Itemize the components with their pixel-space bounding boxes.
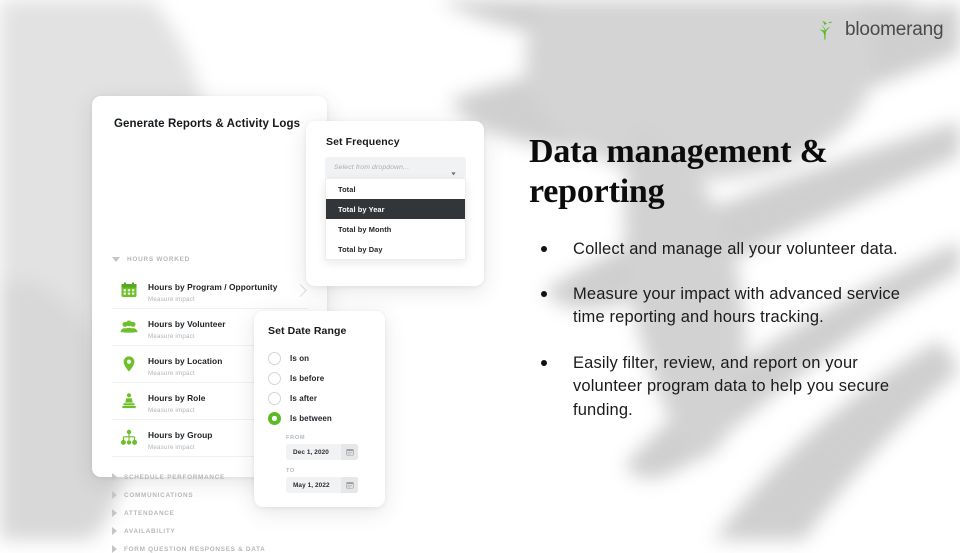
- leaf-sprout-icon: [814, 18, 838, 42]
- report-row-name: Hours by Group: [148, 429, 213, 440]
- frequency-option-total-by-month[interactable]: Total by Month: [326, 219, 465, 239]
- reports-card-title: Generate Reports & Activity Logs: [114, 118, 301, 130]
- section-label: AVAILABILITY: [124, 527, 176, 535]
- list-item: Measure your impact with advanced servic…: [529, 283, 929, 330]
- report-row-hours-by-program[interactable]: Hours by Program / Opportunity Measure i…: [112, 272, 308, 309]
- section-form-question-responses[interactable]: FORM QUESTION RESPONSES & DATA: [112, 545, 265, 553]
- chevron-right-icon: [294, 283, 307, 297]
- calendar-icon: [120, 281, 138, 299]
- report-row-name: Hours by Role: [148, 392, 206, 403]
- people-group-icon: [120, 318, 138, 336]
- page-title: Data management & reporting: [529, 133, 828, 210]
- frequency-select[interactable]: Select from dropdown...: [325, 157, 466, 178]
- section-availability[interactable]: AVAILABILITY: [112, 527, 175, 535]
- section-attendance[interactable]: ATTENDANCE: [112, 509, 175, 517]
- to-label: TO: [286, 468, 296, 474]
- set-frequency-card: Set Frequency Select from dropdown... To…: [306, 121, 484, 286]
- report-row-name: Hours by Volunteer: [148, 318, 226, 329]
- chevron-right-icon: [112, 527, 117, 535]
- frequency-option-total-by-year[interactable]: Total by Year: [326, 199, 465, 219]
- radio-is-between[interactable]: Is between: [268, 412, 332, 425]
- radio-circle-icon: [268, 392, 281, 405]
- frequency-card-title: Set Frequency: [326, 136, 400, 148]
- radio-label: Is before: [290, 374, 325, 383]
- chevron-down-icon: [112, 257, 120, 262]
- org-chart-icon: [120, 429, 138, 447]
- section-schedule-performance[interactable]: SCHEDULE PERFORMANCE: [112, 473, 225, 481]
- calendar-icon[interactable]: [341, 444, 358, 460]
- section-label: COMMUNICATIONS: [124, 491, 194, 499]
- location-pin-icon: [120, 355, 138, 373]
- report-row-text: Hours by Program / Opportunity Measure i…: [148, 277, 296, 304]
- list-item: Collect and manage all your volunteer da…: [529, 238, 929, 261]
- radio-is-before[interactable]: Is before: [268, 372, 324, 385]
- frequency-dropdown-list: Total Total by Year Total by Month Total…: [325, 178, 466, 260]
- daterange-card-title: Set Date Range: [268, 325, 347, 337]
- chevron-right-icon: [112, 473, 117, 481]
- radio-is-after[interactable]: Is after: [268, 392, 317, 405]
- from-date-field[interactable]: Dec 1, 2020: [286, 444, 358, 460]
- radio-circle-icon: [268, 352, 281, 365]
- list-item: Easily filter, review, and report on you…: [529, 352, 929, 422]
- section-label: HOURS WORKED: [127, 256, 190, 263]
- calendar-icon[interactable]: [341, 477, 358, 493]
- benefits-list: Collect and manage all your volunteer da…: [529, 238, 929, 423]
- from-date-value: Dec 1, 2020: [293, 448, 329, 456]
- report-row-subtitle: Measure impact: [148, 296, 195, 304]
- radio-circle-icon: [268, 372, 281, 385]
- chevron-right-icon: [112, 545, 117, 553]
- section-communications[interactable]: COMMUNICATIONS: [112, 491, 193, 499]
- frequency-select-placeholder: Select from dropdown...: [334, 164, 410, 171]
- report-row-name: Hours by Location: [148, 355, 223, 366]
- frequency-option-total-by-day[interactable]: Total by Day: [326, 239, 465, 259]
- section-label: SCHEDULE PERFORMANCE: [124, 473, 225, 481]
- section-label: ATTENDANCE: [124, 509, 175, 517]
- set-date-range-card: Set Date Range Is on Is before Is after …: [254, 311, 385, 507]
- bloomerang-logo: bloomerang: [814, 18, 944, 42]
- frequency-option-total[interactable]: Total: [326, 179, 465, 199]
- section-hours-worked[interactable]: HOURS WORKED: [112, 256, 190, 263]
- report-row-name: Hours by Program / Opportunity: [148, 281, 278, 292]
- radio-selected-icon: [268, 412, 281, 425]
- radio-label: Is after: [290, 394, 318, 403]
- to-date-field[interactable]: May 1, 2022: [286, 477, 358, 493]
- radio-label: Is between: [290, 414, 332, 423]
- chevron-right-icon: [112, 491, 117, 499]
- logo-wordmark: bloomerang: [845, 19, 944, 40]
- from-label: FROM: [286, 435, 306, 441]
- radio-label: Is on: [290, 354, 310, 363]
- chevron-right-icon: [112, 509, 117, 517]
- to-date-value: May 1, 2022: [293, 481, 330, 489]
- section-label: FORM QUESTION RESPONSES & DATA: [124, 545, 266, 553]
- chevron-down-icon: [450, 164, 457, 176]
- badge-person-icon: [120, 392, 138, 410]
- copy-column: Data management & reporting Collect and …: [529, 132, 929, 422]
- radio-is-on[interactable]: Is on: [268, 352, 309, 365]
